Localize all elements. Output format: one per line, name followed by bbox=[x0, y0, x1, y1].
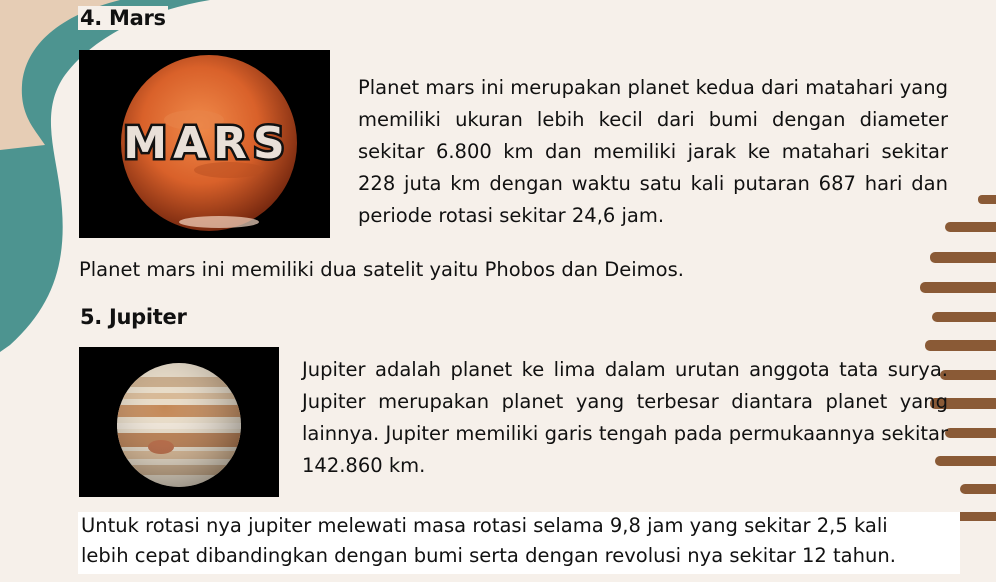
jupiter-description: Jupiter adalah planet ke lima dalam urut… bbox=[302, 358, 948, 477]
mars-image-label-fill: MARS bbox=[123, 118, 290, 169]
jupiter-image bbox=[79, 347, 279, 497]
mars-satellites: Planet mars ini memiliki dua satelit yai… bbox=[79, 258, 684, 281]
mars-description: Planet mars ini merupakan planet kedua d… bbox=[358, 76, 948, 227]
jupiter-rotation-box: Untuk rotasi nya jupiter melewati masa r… bbox=[78, 512, 960, 574]
jupiter-rotation-line-2: lebih cepat dibandingkan dengan bumi ser… bbox=[81, 544, 896, 567]
jupiter-heading: 5. Jupiter bbox=[78, 305, 189, 329]
mars-image: MARS MARS bbox=[79, 50, 330, 238]
mars-heading: 4. Mars bbox=[78, 6, 168, 30]
page-content: 4. Mars MARS MARS Planet mars ini merupa… bbox=[0, 0, 996, 582]
jupiter-rotation-line-1: Untuk rotasi nya jupiter melewati masa r… bbox=[81, 514, 888, 537]
